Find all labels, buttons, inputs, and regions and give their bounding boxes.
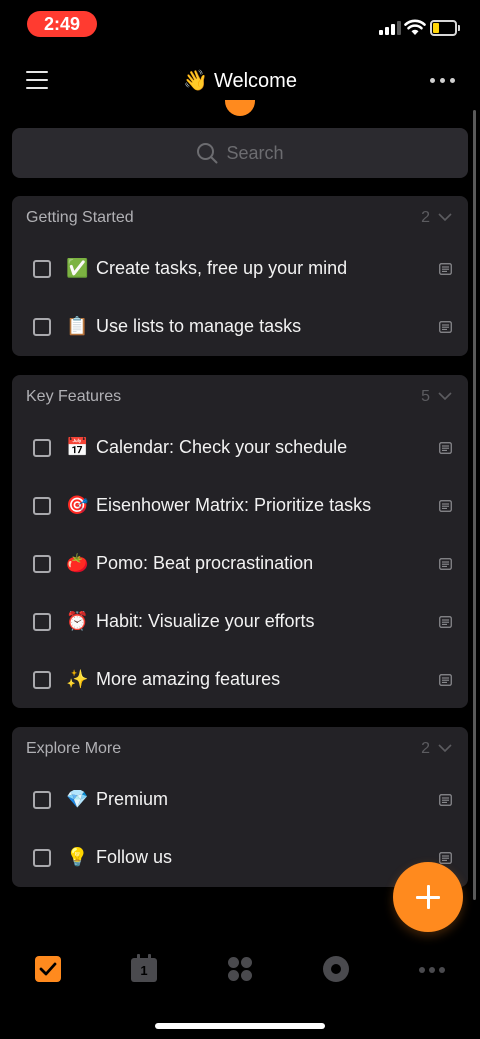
chevron-down-icon[interactable] bbox=[438, 389, 452, 403]
check-mark-emoji: ✅ bbox=[66, 258, 89, 278]
note-icon bbox=[439, 321, 452, 333]
more-horizontal-icon[interactable] bbox=[430, 78, 456, 84]
task-title: Create tasks, free up your mind bbox=[96, 258, 348, 278]
task-title: Follow us bbox=[96, 847, 173, 867]
status-bar: 2:49 bbox=[0, 0, 480, 48]
task-checkbox[interactable] bbox=[33, 849, 51, 867]
task-checkbox[interactable] bbox=[33, 671, 51, 689]
section-header[interactable]: Key Features 5 bbox=[12, 375, 468, 419]
pomo-tab-icon[interactable] bbox=[321, 954, 351, 984]
note-icon bbox=[439, 442, 452, 454]
task-label: 📅 Calendar: Check your schedule bbox=[66, 437, 347, 458]
section-count: 2 bbox=[421, 740, 430, 757]
section-explore-more: Explore More 2 💎 Premium 💡 Follow us bbox=[12, 727, 468, 887]
task-title: Eisenhower Matrix: Prioritize tasks bbox=[96, 495, 372, 515]
status-time: 2:49 bbox=[27, 11, 97, 37]
note-icon bbox=[439, 263, 452, 275]
section-getting-started: Getting Started 2 ✅ Create tasks, free up… bbox=[12, 196, 468, 356]
section-key-features: Key Features 5 📅 Calendar: Check your sch… bbox=[12, 375, 468, 708]
task-title: Use lists to manage tasks bbox=[96, 316, 302, 336]
gem-emoji: 💎 bbox=[66, 789, 89, 809]
calendar-emoji: 📅 bbox=[66, 437, 89, 457]
note-icon bbox=[439, 616, 452, 628]
chevron-down-icon[interactable] bbox=[438, 741, 452, 755]
task-checkbox[interactable] bbox=[33, 260, 51, 278]
add-task-button[interactable] bbox=[393, 862, 463, 932]
task-title: Pomo: Beat procrastination bbox=[96, 553, 314, 573]
page-title-text: Welcome bbox=[213, 70, 297, 92]
light-bulb-emoji: 💡 bbox=[66, 847, 89, 867]
search-bar[interactable]: Search bbox=[12, 128, 468, 178]
task-title: Premium bbox=[96, 789, 169, 809]
battery-icon bbox=[430, 20, 460, 36]
section-header[interactable]: Explore More 2 bbox=[12, 727, 468, 771]
task-label: 🍅 Pomo: Beat procrastination bbox=[66, 553, 313, 574]
task-label: ✅ Create tasks, free up your mind bbox=[66, 258, 347, 279]
waving-hand-emoji: 👋 bbox=[183, 70, 208, 92]
cellular-signal-icon bbox=[379, 21, 401, 35]
note-icon bbox=[439, 674, 452, 686]
wifi-icon bbox=[404, 19, 426, 35]
task-checkbox[interactable] bbox=[33, 439, 51, 457]
task-checkbox[interactable] bbox=[33, 613, 51, 631]
scrollbar[interactable] bbox=[473, 110, 476, 900]
section-title: Explore More bbox=[26, 740, 122, 757]
task-label: ✨ More amazing features bbox=[66, 669, 280, 690]
task-tab-icon[interactable] bbox=[33, 954, 63, 984]
chevron-down-icon[interactable] bbox=[438, 210, 452, 224]
task-title: More amazing features bbox=[96, 669, 281, 689]
target-emoji: 🎯 bbox=[66, 495, 89, 515]
calendar-tab-icon[interactable]: 1 bbox=[129, 954, 159, 984]
matrix-tab-icon[interactable] bbox=[225, 954, 255, 984]
search-icon bbox=[197, 143, 218, 164]
tomato-emoji: 🍅 bbox=[66, 553, 89, 573]
task-item[interactable]: 📅 Calendar: Check your schedule bbox=[12, 419, 468, 477]
bottom-tab-bar: 1 bbox=[0, 940, 480, 1002]
search-placeholder: Search bbox=[226, 142, 284, 163]
pull-to-refresh-indicator bbox=[225, 100, 255, 116]
task-label: ⏰ Habit: Visualize your efforts bbox=[66, 611, 314, 632]
note-icon bbox=[439, 852, 452, 864]
task-checkbox[interactable] bbox=[33, 318, 51, 336]
task-title: Calendar: Check your schedule bbox=[96, 437, 348, 457]
task-item[interactable]: ⏰ Habit: Visualize your efforts bbox=[12, 593, 468, 651]
task-item[interactable]: ✅ Create tasks, free up your mind bbox=[12, 240, 468, 298]
home-indicator bbox=[155, 1023, 325, 1029]
alarm-clock-emoji: ⏰ bbox=[66, 611, 89, 631]
sparkles-emoji: ✨ bbox=[66, 669, 89, 689]
note-icon bbox=[439, 558, 452, 570]
calendar-day: 1 bbox=[131, 954, 157, 982]
note-icon bbox=[439, 500, 452, 512]
task-checkbox[interactable] bbox=[33, 555, 51, 573]
task-item[interactable]: ✨ More amazing features bbox=[12, 651, 468, 709]
task-checkbox[interactable] bbox=[33, 791, 51, 809]
task-label: 💡 Follow us bbox=[66, 847, 172, 868]
section-title: Getting Started bbox=[26, 209, 134, 226]
task-item[interactable]: 💎 Premium bbox=[12, 771, 468, 829]
task-label: 📋 Use lists to manage tasks bbox=[66, 316, 301, 337]
task-item[interactable]: 📋 Use lists to manage tasks bbox=[12, 298, 468, 356]
task-item[interactable]: 🎯 Eisenhower Matrix: Prioritize tasks bbox=[12, 477, 468, 535]
section-count: 2 bbox=[421, 209, 430, 226]
more-tab-icon[interactable] bbox=[417, 954, 447, 984]
section-header[interactable]: Getting Started 2 bbox=[12, 196, 468, 240]
page-title: 👋 Welcome bbox=[0, 68, 480, 93]
task-checkbox[interactable] bbox=[33, 497, 51, 515]
task-title: Habit: Visualize your efforts bbox=[96, 611, 315, 631]
task-label: 💎 Premium bbox=[66, 789, 168, 810]
task-item[interactable]: 🍅 Pomo: Beat procrastination bbox=[12, 535, 468, 593]
section-count: 5 bbox=[421, 388, 430, 405]
section-title: Key Features bbox=[26, 388, 122, 405]
note-icon bbox=[439, 794, 452, 806]
clipboard-emoji: 📋 bbox=[66, 316, 89, 336]
task-label: 🎯 Eisenhower Matrix: Prioritize tasks bbox=[66, 495, 371, 516]
